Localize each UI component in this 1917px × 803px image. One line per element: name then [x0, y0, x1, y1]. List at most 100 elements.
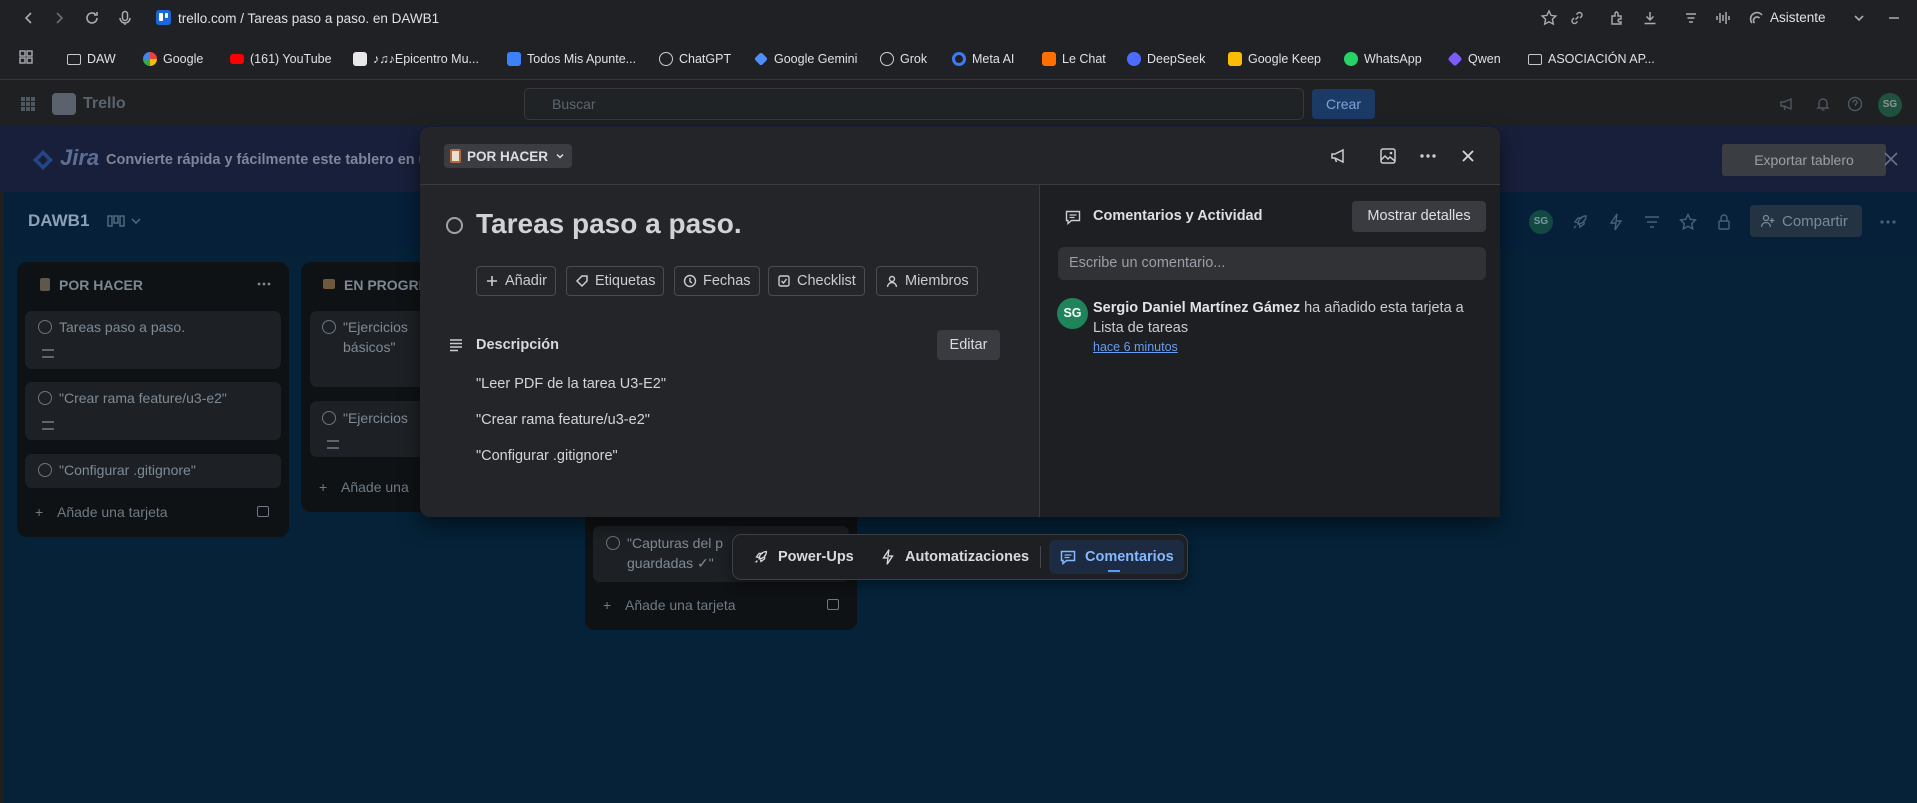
- jira-logo-icon: [32, 149, 54, 171]
- gemini-icon: [754, 52, 768, 66]
- bookmark-item[interactable]: WhatsApp: [1344, 50, 1422, 68]
- description-icon: [42, 421, 54, 430]
- activity-user[interactable]: Sergio Daniel Martínez Gámez: [1093, 300, 1300, 316]
- bell-icon[interactable]: [1815, 96, 1831, 112]
- bookmark-item[interactable]: Qwen: [1447, 50, 1501, 68]
- share-button[interactable]: Compartir: [1750, 205, 1862, 237]
- add-card-button[interactable]: Añade una: [341, 479, 409, 495]
- dates-button[interactable]: Fechas: [674, 266, 760, 296]
- add-button[interactable]: Añadir: [476, 266, 556, 296]
- edit-description-button[interactable]: Editar: [937, 330, 1000, 360]
- chevron-down-icon[interactable]: [1850, 9, 1868, 27]
- activity-entry: Sergio Daniel Martínez Gámez ha añadido …: [1093, 298, 1483, 338]
- address-bar[interactable]: trello.com / Tareas paso a paso. en DAWB…: [178, 11, 439, 26]
- add-card-button[interactable]: Añade una tarjeta: [57, 504, 168, 520]
- card-modal-title[interactable]: Tareas paso a paso.: [476, 208, 742, 240]
- rocket-icon[interactable]: [1570, 212, 1590, 232]
- apps-grid-icon[interactable]: [18, 49, 36, 67]
- extensions-icon[interactable]: [1608, 9, 1626, 27]
- board-view-icon[interactable]: [106, 213, 146, 229]
- bookmark-item[interactable]: Google Gemini: [754, 50, 857, 68]
- complete-circle-icon[interactable]: [38, 463, 52, 477]
- forward-icon[interactable]: [50, 9, 68, 27]
- complete-circle-icon[interactable]: [322, 320, 336, 334]
- create-button[interactable]: Crear: [1312, 89, 1375, 119]
- description-icon: [448, 337, 464, 353]
- description-icon: [327, 440, 339, 449]
- add-person-icon: [1760, 214, 1775, 228]
- image-icon[interactable]: [1378, 146, 1398, 166]
- megaphone-icon[interactable]: [1329, 146, 1349, 166]
- labels-button[interactable]: Etiquetas: [566, 266, 665, 296]
- more-options-icon[interactable]: [1418, 146, 1438, 166]
- back-icon[interactable]: [20, 9, 38, 27]
- close-banner-icon[interactable]: [1882, 150, 1900, 168]
- bookmark-item[interactable]: ChatGPT: [659, 50, 731, 68]
- jira-brand: Jira: [60, 145, 100, 170]
- microphone-icon[interactable]: [116, 9, 134, 27]
- show-details-button[interactable]: Mostrar detalles: [1352, 201, 1486, 232]
- checklist-button[interactable]: Checklist: [768, 266, 865, 296]
- close-icon[interactable]: [1458, 146, 1478, 166]
- reading-list-icon[interactable]: [1682, 9, 1700, 27]
- list-title[interactable]: POR HACER: [59, 277, 143, 293]
- reload-icon[interactable]: [83, 9, 101, 27]
- help-icon[interactable]: [1847, 96, 1863, 112]
- complete-circle-icon[interactable]: [446, 217, 463, 234]
- members-button[interactable]: Miembros: [876, 266, 978, 296]
- folder-icon: [1528, 53, 1542, 65]
- search-input[interactable]: [524, 88, 1304, 120]
- list-menu-icon[interactable]: [256, 276, 272, 292]
- lightning-icon[interactable]: [1606, 212, 1626, 232]
- bookmark-item[interactable]: (161) YouTube: [230, 50, 332, 68]
- power-ups-button[interactable]: Power-Ups: [742, 540, 864, 574]
- list-title[interactable]: EN PROGRE: [344, 277, 428, 293]
- bookmark-item[interactable]: Google Keep: [1228, 50, 1321, 68]
- bookmark-item[interactable]: Todos Mis Apunte...: [507, 50, 636, 68]
- trello-logo-icon[interactable]: [52, 93, 76, 115]
- bookmark-item[interactable]: DeepSeek: [1127, 50, 1205, 68]
- avatar[interactable]: SG: [1057, 298, 1088, 329]
- folder-icon: [67, 53, 81, 65]
- complete-circle-icon[interactable]: [38, 320, 52, 334]
- bookmark-item[interactable]: Meta AI: [952, 50, 1014, 68]
- complete-circle-icon[interactable]: [322, 411, 336, 425]
- bookmark-item[interactable]: ASOCIACIÓN AP...: [1528, 50, 1655, 68]
- board-menu-icon[interactable]: [1878, 212, 1898, 232]
- deepseek-icon: [1127, 52, 1141, 66]
- bookmark-item[interactable]: Grok: [880, 50, 927, 68]
- template-icon[interactable]: [827, 599, 839, 610]
- link-icon[interactable]: [1568, 9, 1586, 27]
- app-switcher-icon[interactable]: [20, 96, 36, 112]
- template-icon[interactable]: [257, 506, 269, 517]
- assistant-label[interactable]: Asistente: [1770, 10, 1826, 25]
- user-avatar[interactable]: SG: [1878, 93, 1902, 117]
- add-card-button[interactable]: Añade una tarjeta: [625, 597, 736, 613]
- automations-button[interactable]: Automatizaciones: [869, 540, 1039, 574]
- minimize-icon[interactable]: [1885, 9, 1903, 27]
- bookmark-item[interactable]: DAW: [67, 50, 116, 68]
- star-board-icon[interactable]: [1678, 212, 1698, 232]
- activity-timestamp[interactable]: hace 6 minutos: [1093, 340, 1178, 354]
- complete-circle-icon[interactable]: [606, 536, 620, 550]
- bookmark-item[interactable]: Le Chat: [1042, 50, 1106, 68]
- bookmark-item[interactable]: ♪♫♪Epicentro Mu...: [353, 50, 479, 68]
- comments-button[interactable]: Comentarios: [1049, 540, 1184, 574]
- audio-wave-icon[interactable]: [1714, 9, 1732, 27]
- filter-icon[interactable]: [1642, 212, 1662, 232]
- list-selector[interactable]: POR HACER: [444, 144, 572, 168]
- complete-circle-icon[interactable]: [38, 391, 52, 405]
- export-board-button[interactable]: Exportar tablero: [1722, 144, 1886, 176]
- description-line: "Crear rama feature/u3-e2": [476, 412, 650, 428]
- member-avatar[interactable]: SG: [1529, 210, 1553, 234]
- qwen-icon: [1447, 51, 1463, 67]
- star-icon[interactable]: [1540, 9, 1558, 27]
- board-title[interactable]: DAWB1: [28, 211, 89, 231]
- lock-icon[interactable]: [1714, 212, 1734, 232]
- bookmark-item[interactable]: Google: [143, 50, 203, 68]
- card-title: "Configurar .gitignore": [59, 462, 196, 478]
- download-icon[interactable]: [1641, 9, 1659, 27]
- trello-logo-text[interactable]: Trello: [83, 95, 126, 113]
- assistant-icon[interactable]: [1748, 9, 1766, 27]
- megaphone-icon[interactable]: [1779, 96, 1795, 112]
